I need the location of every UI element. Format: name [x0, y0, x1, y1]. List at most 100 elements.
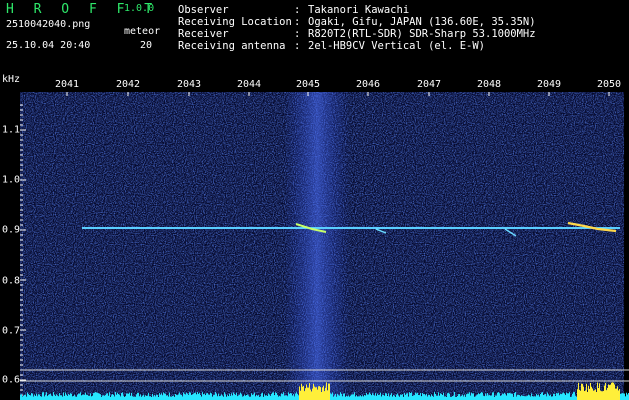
level-bar	[108, 395, 109, 400]
level-bar	[352, 394, 353, 400]
level-bar	[487, 393, 488, 400]
level-bar	[321, 391, 322, 400]
level-bar	[302, 386, 303, 400]
level-bar	[507, 392, 508, 400]
level-bar	[61, 395, 62, 400]
level-bar	[559, 395, 560, 400]
level-bar	[622, 393, 623, 400]
level-bar	[309, 383, 310, 400]
level-bar	[22, 396, 23, 400]
level-bar	[208, 394, 209, 400]
level-bar	[160, 394, 161, 400]
level-bar	[87, 394, 88, 400]
level-bar	[445, 396, 446, 400]
level-bar	[58, 396, 59, 400]
level-bar	[313, 383, 314, 400]
level-bar	[557, 393, 558, 400]
x-tick-label: 2045	[295, 79, 321, 90]
level-bar	[571, 396, 572, 400]
level-bar	[463, 396, 464, 400]
level-bar	[510, 393, 511, 400]
level-bar	[505, 394, 506, 400]
level-bar	[190, 392, 191, 400]
level-bar	[440, 393, 441, 400]
level-bar	[358, 396, 359, 400]
level-bar	[533, 396, 534, 400]
level-bar	[563, 392, 564, 400]
level-bar	[53, 392, 54, 400]
level-bar	[362, 395, 363, 400]
level-bar	[357, 396, 358, 400]
level-bar	[383, 394, 384, 400]
level-bar	[354, 392, 355, 400]
level-bar	[235, 395, 236, 400]
level-bar	[21, 394, 22, 400]
level-bar	[612, 382, 613, 400]
level-bar	[568, 393, 569, 400]
level-bar	[292, 395, 293, 400]
level-bar	[413, 395, 414, 400]
level-bar	[601, 391, 602, 400]
level-bar	[272, 392, 273, 400]
level-bar	[57, 395, 58, 400]
level-bar	[493, 392, 494, 400]
level-bar	[405, 394, 406, 400]
level-bar	[402, 394, 403, 400]
level-bar	[329, 383, 330, 400]
level-bar	[99, 393, 100, 400]
level-bar	[186, 392, 187, 400]
level-bar	[592, 388, 593, 400]
level-bar	[554, 393, 555, 400]
level-bar	[547, 392, 548, 400]
y-axis-unit: kHz	[2, 74, 21, 85]
level-bar	[209, 394, 210, 400]
level-bar	[585, 390, 586, 400]
level-bar	[56, 394, 57, 400]
level-bar	[611, 382, 612, 400]
level-bar	[341, 394, 342, 400]
level-bar	[198, 393, 199, 400]
level-bar	[70, 393, 71, 400]
level-bar	[459, 393, 460, 400]
level-bar	[138, 392, 139, 400]
level-bar	[581, 383, 582, 400]
level-bar	[401, 394, 402, 400]
level-bar	[194, 393, 195, 400]
level-bar	[502, 393, 503, 400]
level-bar	[410, 393, 411, 400]
level-bar	[605, 382, 606, 400]
level-bar	[284, 395, 285, 400]
level-bar	[142, 395, 143, 400]
level-bar	[461, 395, 462, 400]
level-bar	[406, 393, 407, 400]
level-bar	[166, 395, 167, 400]
level-bar	[181, 394, 182, 400]
meteor-count: 20	[140, 40, 153, 51]
level-bar	[276, 392, 277, 400]
level-bar	[203, 394, 204, 400]
level-bar	[372, 393, 373, 400]
level-bar	[360, 395, 361, 400]
level-bar	[242, 396, 243, 400]
level-bar	[472, 393, 473, 400]
level-bar	[221, 394, 222, 400]
level-bar	[26, 396, 27, 400]
level-bar	[285, 395, 286, 400]
level-bar	[31, 393, 32, 400]
y-tick-label: 0.8	[2, 275, 21, 287]
level-bar	[322, 387, 323, 400]
level-bar	[608, 384, 609, 400]
level-bar	[231, 393, 232, 400]
level-bar	[473, 393, 474, 400]
level-bar	[615, 388, 616, 400]
level-bar	[589, 388, 590, 400]
level-bar	[586, 383, 587, 400]
level-bar	[241, 394, 242, 400]
level-bar	[364, 394, 365, 400]
level-bar	[52, 396, 53, 400]
level-bar	[540, 393, 541, 400]
level-bar	[371, 395, 372, 400]
level-bar	[562, 393, 563, 400]
level-bar	[415, 392, 416, 400]
level-bar	[293, 394, 294, 400]
